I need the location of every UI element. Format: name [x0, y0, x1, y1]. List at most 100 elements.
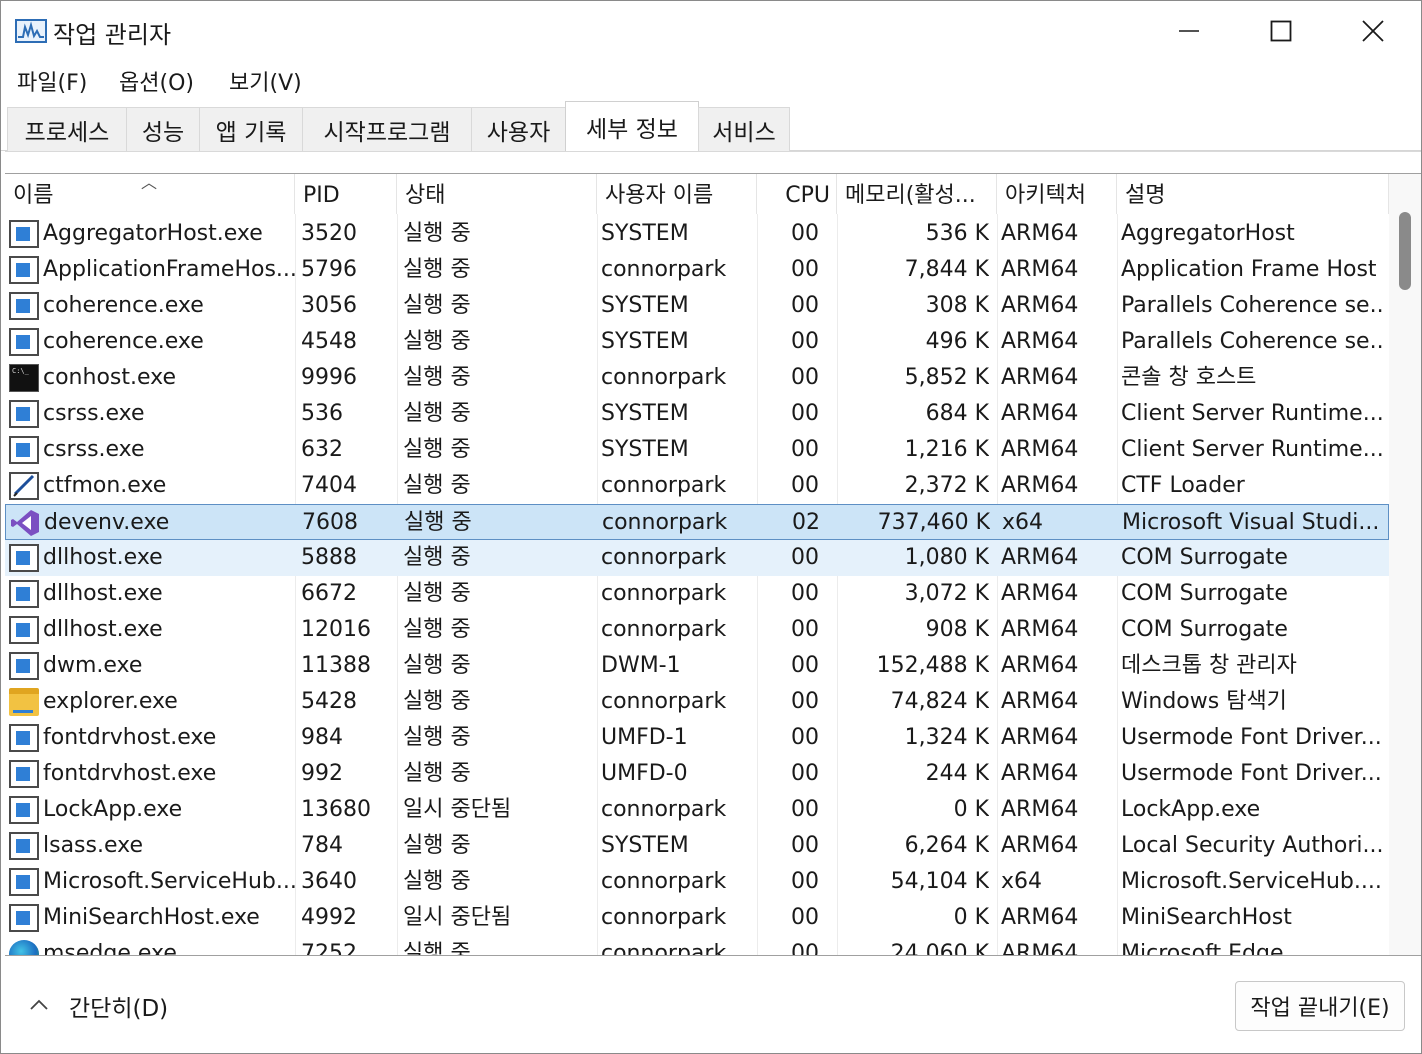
window-app-icon [9, 904, 39, 932]
table-row[interactable]: dllhost.exe 6672 실행 중 connorpark 00 3,072 K AR… [5, 576, 1389, 612]
table-row[interactable]: conhost.exe 9996 실행 중 connorpark 00 5,852 K AR… [5, 360, 1389, 396]
fewer-details-link[interactable]: 간단히(D) [69, 989, 168, 1023]
process-status: 실행 중 [403, 869, 471, 894]
column-header-cpu[interactable]: CPU [757, 174, 837, 214]
window-app-icon [9, 868, 39, 896]
menu-file[interactable]: 파일(F) [17, 65, 87, 97]
process-pid: 5428 [301, 689, 357, 714]
process-name: fontdrvhost.exe [43, 725, 217, 750]
table-row[interactable]: msedge.exe 7252 실행 중 connorpark 00 24,060 K AR… [5, 936, 1389, 956]
table-row[interactable]: explorer.exe 5428 실행 중 connorpark 00 74,824 K… [5, 684, 1389, 720]
process-description: 데스크톱 창 관리자 [1121, 653, 1297, 678]
process-pid: 9996 [301, 365, 357, 390]
process-architecture: ARM64 [1001, 617, 1079, 642]
close-button[interactable] [1327, 1, 1419, 61]
end-task-button[interactable]: 작업 끝내기(E) [1235, 981, 1405, 1031]
process-user: connorpark [602, 510, 728, 535]
process-name: csrss.exe [43, 401, 145, 426]
process-description: COM Surrogate [1121, 617, 1288, 642]
table-row[interactable]: dwm.exe 11388 실행 중 DWM-1 00 152,488 K ARM64 데스크… [5, 648, 1389, 684]
column-header-user[interactable]: 사용자 이름 [597, 174, 757, 214]
column-header-name[interactable]: 이름 ︿ [5, 174, 295, 214]
process-cpu: 00 [791, 365, 819, 390]
process-cpu: 00 [791, 869, 819, 894]
process-description: 콘솔 창 호스트 [1121, 365, 1257, 390]
column-header-memory[interactable]: 메모리(활성... [837, 174, 997, 214]
edge-icon [9, 940, 39, 956]
close-icon [1362, 20, 1384, 42]
table-row[interactable]: Microsoft.ServiceHub.... 3640 실행 중 connorpa… [5, 864, 1389, 900]
process-architecture: ARM64 [1001, 437, 1079, 462]
process-name: AggregatorHost.exe [43, 221, 263, 246]
console-icon [9, 364, 39, 392]
process-user: SYSTEM [601, 401, 689, 426]
process-status: 실행 중 [403, 401, 471, 426]
process-user: connorpark [601, 617, 727, 642]
process-description: LockApp.exe [1121, 797, 1261, 822]
task-manager-window: 작업 관리자 파일(F) 옵션(O) 보기(V) 프로세스 성능 앱 기록 시작… [0, 0, 1422, 1054]
process-description: Microsoft Visual Studi... [1122, 510, 1380, 535]
tab-users[interactable]: 사용자 [471, 107, 566, 151]
vertical-scrollbar[interactable] [1389, 174, 1421, 956]
tab-services[interactable]: 서비스 [698, 107, 790, 151]
folder-icon [9, 688, 39, 716]
table-row[interactable]: ApplicationFrameHos... 5796 실행 중 connorpark… [5, 252, 1389, 288]
table-row[interactable]: lsass.exe 784 실행 중 SYSTEM 00 6,264 K ARM64 Loca… [5, 828, 1389, 864]
process-status: 실행 중 [403, 437, 471, 462]
process-memory: 6,264 K [904, 833, 989, 858]
process-architecture: ARM64 [1001, 221, 1079, 246]
process-cpu: 02 [792, 510, 820, 535]
table-row[interactable]: devenv.exe 7608 실행 중 connorpark 02 737,460 K x… [5, 504, 1389, 540]
process-status: 실행 중 [403, 725, 471, 750]
process-description: Usermode Font Driver... [1121, 725, 1382, 750]
tab-app-history[interactable]: 앱 기록 [199, 107, 303, 151]
process-cpu: 00 [791, 257, 819, 282]
window-app-icon [9, 400, 39, 428]
table-row[interactable]: coherence.exe 4548 실행 중 SYSTEM 00 496 K ARM64 P… [5, 324, 1389, 360]
table-row[interactable]: ctfmon.exe 7404 실행 중 connorpark 00 2,372 K ARM… [5, 468, 1389, 504]
window-app-icon [9, 580, 39, 608]
menu-options[interactable]: 옵션(O) [119, 65, 194, 97]
table-row[interactable]: csrss.exe 536 실행 중 SYSTEM 00 684 K ARM64 Client… [5, 396, 1389, 432]
tab-performance[interactable]: 성능 [126, 107, 200, 151]
process-name: ctfmon.exe [43, 473, 167, 498]
table-row[interactable]: MiniSearchHost.exe 4992 일시 중단됨 connorpark 00… [5, 900, 1389, 936]
table-row[interactable]: fontdrvhost.exe 992 실행 중 UMFD-0 00 244 K ARM64… [5, 756, 1389, 792]
process-memory: 0 K [953, 905, 989, 930]
table-row[interactable]: coherence.exe 3056 실행 중 SYSTEM 00 308 K ARM64 P… [5, 288, 1389, 324]
column-header-description[interactable]: 설명 [1117, 174, 1389, 214]
column-header-status[interactable]: 상태 [397, 174, 597, 214]
process-user: SYSTEM [601, 221, 689, 246]
table-row[interactable]: dllhost.exe 5888 실행 중 connorpark 00 1,080 K AR… [5, 540, 1389, 576]
tab-processes[interactable]: 프로세스 [7, 107, 127, 151]
process-architecture: ARM64 [1001, 581, 1079, 606]
table-row[interactable]: dllhost.exe 12016 실행 중 connorpark 00 908 K ARM… [5, 612, 1389, 648]
tab-details[interactable]: 세부 정보 [565, 101, 699, 152]
tab-startup[interactable]: 시작프로그램 [302, 107, 472, 151]
process-description: CTF Loader [1121, 473, 1245, 498]
process-user: DWM-1 [601, 653, 681, 678]
process-memory: 908 K [925, 617, 989, 642]
table-header: 이름 ︿ PID 상태 사용자 이름 CPU 메모리(활성... 아키텍처 설명 [5, 174, 1389, 214]
table-row[interactable]: csrss.exe 632 실행 중 SYSTEM 00 1,216 K ARM64 Clie… [5, 432, 1389, 468]
process-cpu: 00 [791, 329, 819, 354]
table-row[interactable]: AggregatorHost.exe 3520 실행 중 SYSTEM 00 536 K A… [5, 216, 1389, 252]
chevron-up-icon[interactable] [27, 993, 51, 1017]
footer: 간단히(D) 작업 끝내기(E) [1, 961, 1421, 1053]
maximize-button[interactable] [1235, 1, 1327, 61]
scrollbar-thumb[interactable] [1399, 212, 1411, 290]
table-row[interactable]: fontdrvhost.exe 984 실행 중 UMFD-1 00 1,324 K ARM… [5, 720, 1389, 756]
process-cpu: 00 [791, 761, 819, 786]
minimize-button[interactable] [1143, 1, 1235, 61]
process-memory: 7,844 K [904, 257, 989, 282]
process-description: COM Surrogate [1121, 581, 1288, 606]
process-cpu: 00 [791, 941, 819, 956]
process-pid: 784 [301, 833, 343, 858]
process-pid: 4548 [301, 329, 357, 354]
process-architecture: ARM64 [1001, 365, 1079, 390]
menu-view[interactable]: 보기(V) [229, 65, 302, 97]
column-header-pid[interactable]: PID [295, 174, 397, 214]
process-cpu: 00 [791, 401, 819, 426]
table-row[interactable]: LockApp.exe 13680 일시 중단됨 connorpark 00 0 K ARM… [5, 792, 1389, 828]
column-header-architecture[interactable]: 아키텍처 [997, 174, 1117, 214]
